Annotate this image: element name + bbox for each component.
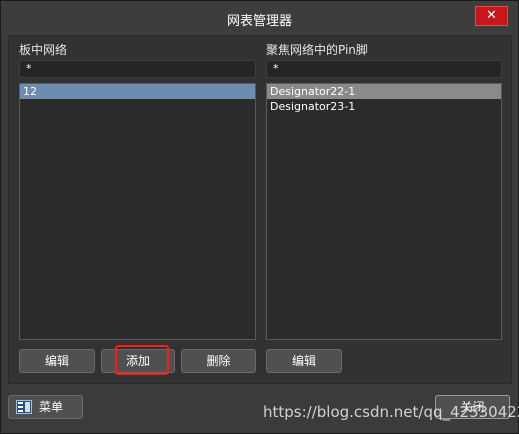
close-icon: ✕ [486,8,497,23]
list-item[interactable]: 12 [20,84,255,99]
edit-pin-button[interactable]: 编辑 [266,349,342,373]
title-bar[interactable]: 网表管理器 ✕ [1,1,518,35]
pins-list[interactable]: Designator22-1 Designator23-1 [266,83,502,340]
board-nets-list[interactable]: 12 [19,83,256,340]
board-nets-label: 板中网络 [19,43,68,57]
pins-filter-input[interactable]: * [266,60,502,78]
netlist-manager-window: 网表管理器 ✕ 板中网络 * 12 编辑 添加 删除 聚焦网络中的Pin脚 * … [0,0,519,434]
window-title: 网表管理器 [226,14,292,29]
window-close-button[interactable]: ✕ [475,6,508,26]
list-item[interactable]: Designator22-1 [267,84,501,99]
main-panel: 板中网络 * 12 编辑 添加 删除 聚焦网络中的Pin脚 * Designat… [8,35,512,384]
add-button-highlight [115,345,169,375]
focused-net-pins-label: 聚焦网络中的Pin脚 [266,43,368,57]
watermark-text: https://blog.csdn.net/qq_42530422 [263,403,519,421]
list-item[interactable]: Designator23-1 [267,99,501,114]
menu-button[interactable]: 菜单 [8,395,83,419]
edit-net-button[interactable]: 编辑 [19,349,95,373]
board-nets-filter-input[interactable]: * [19,60,256,78]
menu-button-label: 菜单 [39,400,64,414]
menu-grid-icon [16,400,32,414]
delete-net-button[interactable]: 删除 [181,349,256,373]
